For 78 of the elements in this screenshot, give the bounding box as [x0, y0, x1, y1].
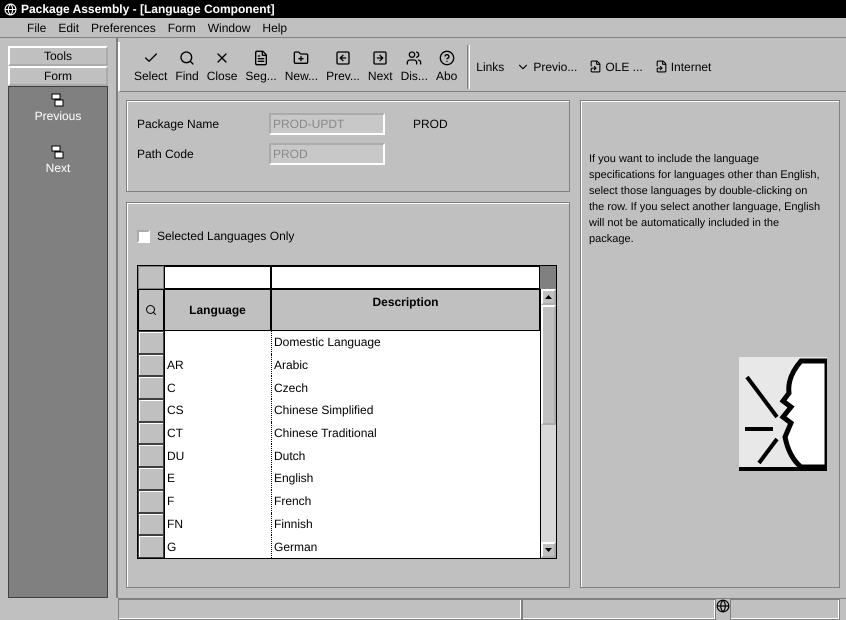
sidebar-tab[interactable]: Form — [8, 66, 108, 86]
row-header[interactable] — [138, 376, 164, 400]
users-icon — [406, 50, 422, 66]
row-header[interactable] — [138, 535, 164, 558]
help-text: If you want to include the language specifications for languages other than English, select those languages by double-clicking on the row. If you select another language, English will not be automatically included in the package. — [589, 152, 821, 247]
menu-item[interactable]: Preferences — [86, 20, 161, 34]
menu-item[interactable]: Edit — [53, 20, 84, 34]
toolbar-button[interactable]: Find — [171, 50, 203, 83]
checkbox[interactable]: Selected Languages Only — [137, 229, 559, 243]
column-header[interactable]: Language — [164, 289, 271, 331]
table-cell: Dutch — [271, 444, 540, 468]
links-label: Links — [476, 60, 504, 74]
menu-item[interactable]: Help — [257, 20, 292, 34]
row-header[interactable] — [138, 512, 164, 536]
toolbar-button[interactable]: Seg... — [241, 50, 281, 83]
search-icon — [179, 50, 196, 66]
sidebar-tab[interactable]: Tools — [8, 46, 108, 66]
table-cell: F — [164, 490, 271, 512]
table-cell: Finnish — [271, 512, 540, 536]
field-label: Path Code — [137, 147, 195, 161]
table-cell: Czech — [271, 376, 540, 400]
menu-item[interactable]: Window — [202, 20, 256, 34]
window-stack-icon — [51, 145, 65, 159]
toolbar-button[interactable]: Select — [130, 50, 172, 83]
search-icon — [145, 304, 157, 316]
table-cell: CS — [164, 399, 271, 422]
document-icon — [654, 60, 668, 73]
row-header[interactable] — [138, 399, 164, 422]
toolbar-button[interactable]: Abo — [432, 50, 462, 83]
table-cell: Chinese Traditional — [271, 422, 540, 444]
help-icon — [438, 50, 455, 66]
table-cell: CT — [164, 422, 271, 444]
table-cell: Domestic Language — [271, 331, 540, 354]
filter-field[interactable] — [164, 266, 271, 289]
link-button[interactable]: Previo... — [510, 60, 584, 74]
link-button[interactable]: OLE ... — [583, 60, 649, 74]
toolbar-button[interactable]: New... — [280, 50, 322, 83]
globe-icon — [716, 599, 730, 613]
grid-corner — [540, 266, 556, 289]
filter-field[interactable] — [271, 266, 540, 289]
row-header[interactable] — [138, 467, 164, 490]
table-cell: Arabic — [271, 354, 540, 376]
folder-icon — [293, 50, 310, 66]
sidebar-item[interactable]: Previous — [34, 93, 82, 123]
table-cell: English — [271, 467, 540, 490]
row-header[interactable] — [138, 331, 164, 354]
toolbar-button[interactable]: Dis... — [396, 50, 432, 83]
row-header[interactable] — [138, 422, 164, 444]
menu-item[interactable]: Form — [162, 20, 201, 34]
toolbar-button[interactable]: Next — [364, 50, 397, 83]
sidebar-item[interactable]: Next — [46, 145, 70, 175]
globe-icon — [4, 2, 17, 16]
table-cell: Chinese Simplified — [271, 399, 540, 422]
down-arrow-icon — [545, 548, 552, 552]
table-cell: AR — [164, 354, 271, 376]
document-icon — [589, 60, 602, 73]
table-cell: G — [164, 535, 271, 558]
column-header[interactable]: Description — [271, 289, 540, 331]
table-cell: DU — [164, 444, 271, 468]
table-cell: French — [271, 490, 540, 512]
table-cell: C — [164, 376, 271, 400]
field-label: Package Name — [137, 117, 220, 131]
row-header[interactable] — [138, 444, 164, 468]
table-cell: E — [164, 467, 271, 490]
toolbar-button[interactable]: Close — [202, 50, 242, 83]
toolbar-button[interactable]: Prev... — [322, 50, 364, 83]
table-cell: German — [271, 535, 540, 558]
document-icon — [253, 50, 270, 66]
table-cell: FN — [164, 512, 271, 536]
link-button[interactable]: Internet — [648, 60, 718, 74]
field-note: PROD — [413, 117, 448, 131]
window-title: Package Assembly - [Language Component] — [21, 2, 275, 16]
menu-item[interactable]: File — [22, 20, 52, 34]
row-header[interactable] — [138, 490, 164, 512]
row-header[interactable] — [138, 354, 164, 376]
scrollbar[interactable] — [540, 289, 556, 558]
window-stack-icon — [51, 93, 65, 107]
up-arrow-icon — [545, 295, 552, 299]
